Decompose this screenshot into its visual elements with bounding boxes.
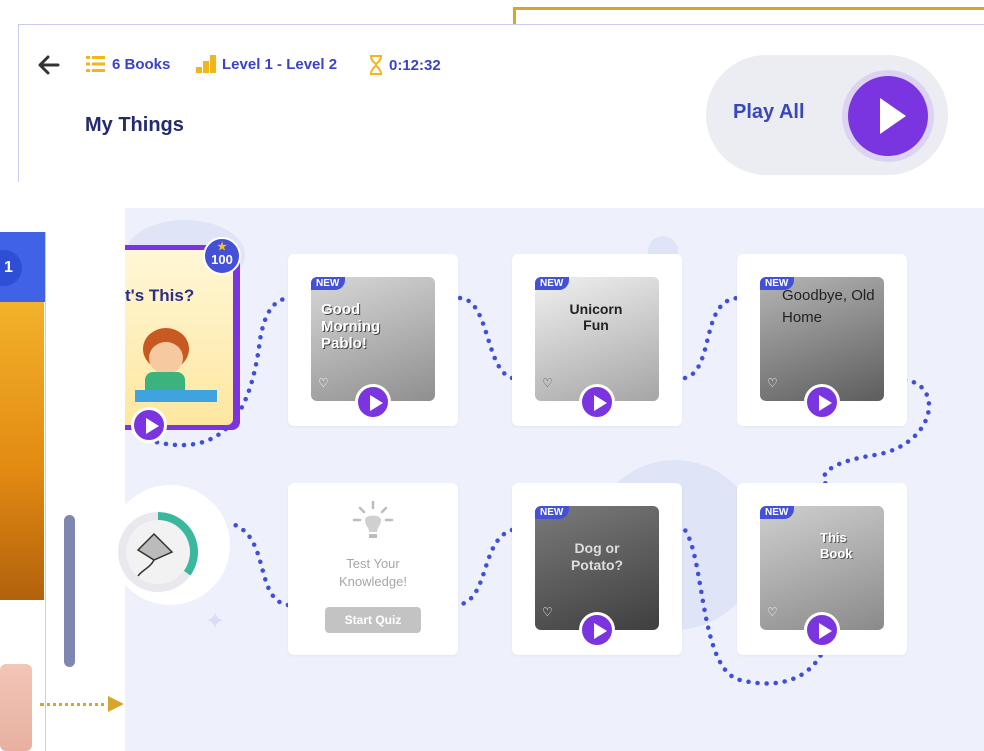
quiz-heading: Test Your Knowledge!: [339, 556, 407, 589]
start-quiz-button[interactable]: Start Quiz: [325, 607, 421, 633]
book-cover: NEW Goodbye, Old Home ♡: [760, 277, 884, 401]
book-title: This Book: [820, 530, 853, 561]
new-badge: NEW: [311, 277, 346, 290]
new-badge: NEW: [535, 277, 570, 290]
kid-face: [149, 342, 183, 374]
book-cover: NEW Unicorn Fun ♡: [535, 277, 659, 401]
heart-icon[interactable]: ♡: [767, 605, 778, 619]
book-play-icon[interactable]: [804, 384, 840, 420]
book-title: Dog or Potato?: [570, 540, 624, 573]
book-play-icon[interactable]: [579, 384, 615, 420]
book-title: Good Morning Pablo!: [321, 301, 381, 352]
lightbulb-icon: [350, 500, 396, 545]
desk: [135, 390, 217, 402]
heart-icon[interactable]: ♡: [542, 376, 553, 390]
star-badge: ★ 100: [203, 237, 241, 275]
book-title: Goodbye, Old Home: [782, 287, 875, 326]
book-play-icon[interactable]: [579, 612, 615, 648]
heart-icon[interactable]: ♡: [542, 605, 553, 619]
heart-icon[interactable]: ♡: [318, 376, 329, 390]
book-play-icon[interactable]: [355, 384, 391, 420]
sparkle-icon: ✦: [205, 608, 226, 635]
book-cover: NEW Good Morning Pablo! ♡: [311, 277, 435, 401]
new-badge: NEW: [535, 506, 570, 519]
featured-book-cover: t's This?: [125, 250, 233, 425]
featured-play-icon[interactable]: [131, 407, 167, 443]
book-title: Unicorn Fun: [569, 301, 623, 333]
book-play-icon[interactable]: [804, 612, 840, 648]
star-count: 100: [211, 252, 233, 267]
heart-icon[interactable]: ♡: [767, 376, 778, 390]
featured-book-title: t's This?: [125, 286, 195, 305]
new-badge: NEW: [760, 506, 795, 519]
kite-icon: [132, 530, 176, 583]
